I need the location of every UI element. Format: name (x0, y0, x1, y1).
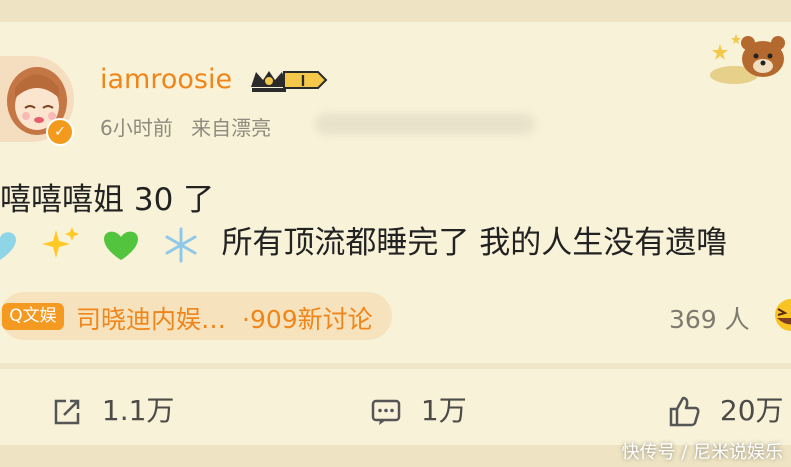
topic-pill[interactable]: Q文娱 司晓迪内娱… ·909新讨论 (0, 292, 392, 340)
thumbs-up-icon (669, 396, 700, 427)
post-text-line-2-text: 所有顶流都睡完了 我的人生没有遗噜 (221, 225, 728, 261)
top-band (0, 0, 791, 22)
comment-count: 1万 (420, 394, 467, 427)
vip-crown-icon: I (251, 71, 328, 92)
share-count: 1.1万 (101, 394, 175, 427)
post-text-line-1: 嘻嘻嘻姐 30 了 (0, 182, 215, 218)
sparkles-icon (41, 226, 79, 258)
divider (0, 363, 791, 369)
reaction-people-count: 369 人 (669, 305, 750, 334)
post-meta: 6小时前 来自漂亮 (100, 112, 283, 141)
watermark: 快传号 / 尼米说娱乐 (621, 442, 783, 463)
green-heart-icon (103, 231, 138, 260)
share-button[interactable]: 1.1万 (51, 389, 174, 429)
teddy-bear-sticker-icon (710, 34, 785, 84)
like-button[interactable]: 20万 (667, 389, 784, 429)
post-source: 来自漂亮 (191, 116, 272, 140)
like-count: 20万 (719, 394, 784, 427)
level-badge: I (301, 73, 305, 90)
topic-discussion-count: ·909新讨论 (242, 305, 373, 334)
share-icon (54, 399, 80, 425)
laughing-emoji-icon[interactable] (765, 298, 791, 332)
comment-button[interactable]: 1万 (370, 389, 467, 429)
comment-icon (371, 399, 401, 425)
post-time: 6小时前 (100, 116, 173, 140)
username[interactable]: iamroosie (100, 64, 232, 95)
blurred-source (315, 113, 535, 135)
topic-tag: Q文娱 (2, 303, 64, 330)
snowflake-icon (165, 227, 197, 262)
post-text-line-2: 所有顶流都睡完了 我的人生没有遗噜 (0, 217, 727, 264)
verified-badge-icon: ✓ (46, 118, 74, 146)
light-blue-heart-icon (0, 231, 16, 260)
topic-name: 司晓迪内娱… (76, 305, 227, 334)
